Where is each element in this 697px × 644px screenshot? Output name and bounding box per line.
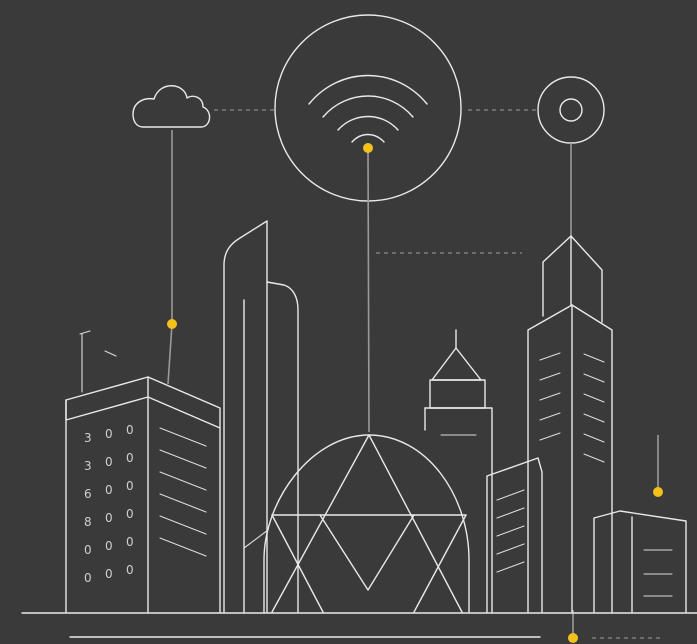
slim-tower [223,220,299,613]
cloud-connector-lower [167,323,173,385]
wifi-node-dot [363,143,373,153]
city-line-art: 3 0 03 0 06 0 08 0 00 0 00 0 0 [21,14,697,643]
window-glyph: 0 [126,479,134,493]
window-glyph: 8 [84,515,92,529]
angled-building [486,457,543,613]
window-glyph: 3 [84,431,92,445]
window-glyph: 0 [105,427,113,441]
window-glyph: 0 [126,507,134,521]
target-icon [537,76,605,144]
window-glyph: 0 [126,423,134,437]
window-glyph: 0 [105,511,113,525]
window-glyph: 6 [84,487,92,501]
left-tower: 3 0 03 0 06 0 08 0 00 0 00 0 0 [65,330,221,613]
spire-building [424,329,493,613]
dome-building [263,434,470,613]
left-tower-windows: 3 0 03 0 06 0 08 0 00 0 00 0 0 [84,423,134,585]
window-glyph: 3 [84,459,92,473]
window-glyph: 0 [105,567,113,581]
left-tower-slats [159,427,207,557]
cloud-icon [132,85,211,128]
window-glyph: 0 [126,535,134,549]
smart-city-illustration: 300300600800000000 [0,0,697,644]
window-glyph: 0 [126,563,134,577]
window-glyph: 0 [105,483,113,497]
window-glyph: 0 [84,543,92,557]
ground-node-dot [568,633,578,643]
cloud-node-dot [167,319,177,329]
right-tower [527,235,613,613]
right-node-dot [653,487,663,497]
window-glyph: 0 [126,451,134,465]
window-glyph: 0 [105,455,113,469]
window-glyph: 0 [84,571,92,585]
window-glyph: 0 [105,539,113,553]
small-right-building [593,510,687,613]
wifi-connector [367,147,370,433]
